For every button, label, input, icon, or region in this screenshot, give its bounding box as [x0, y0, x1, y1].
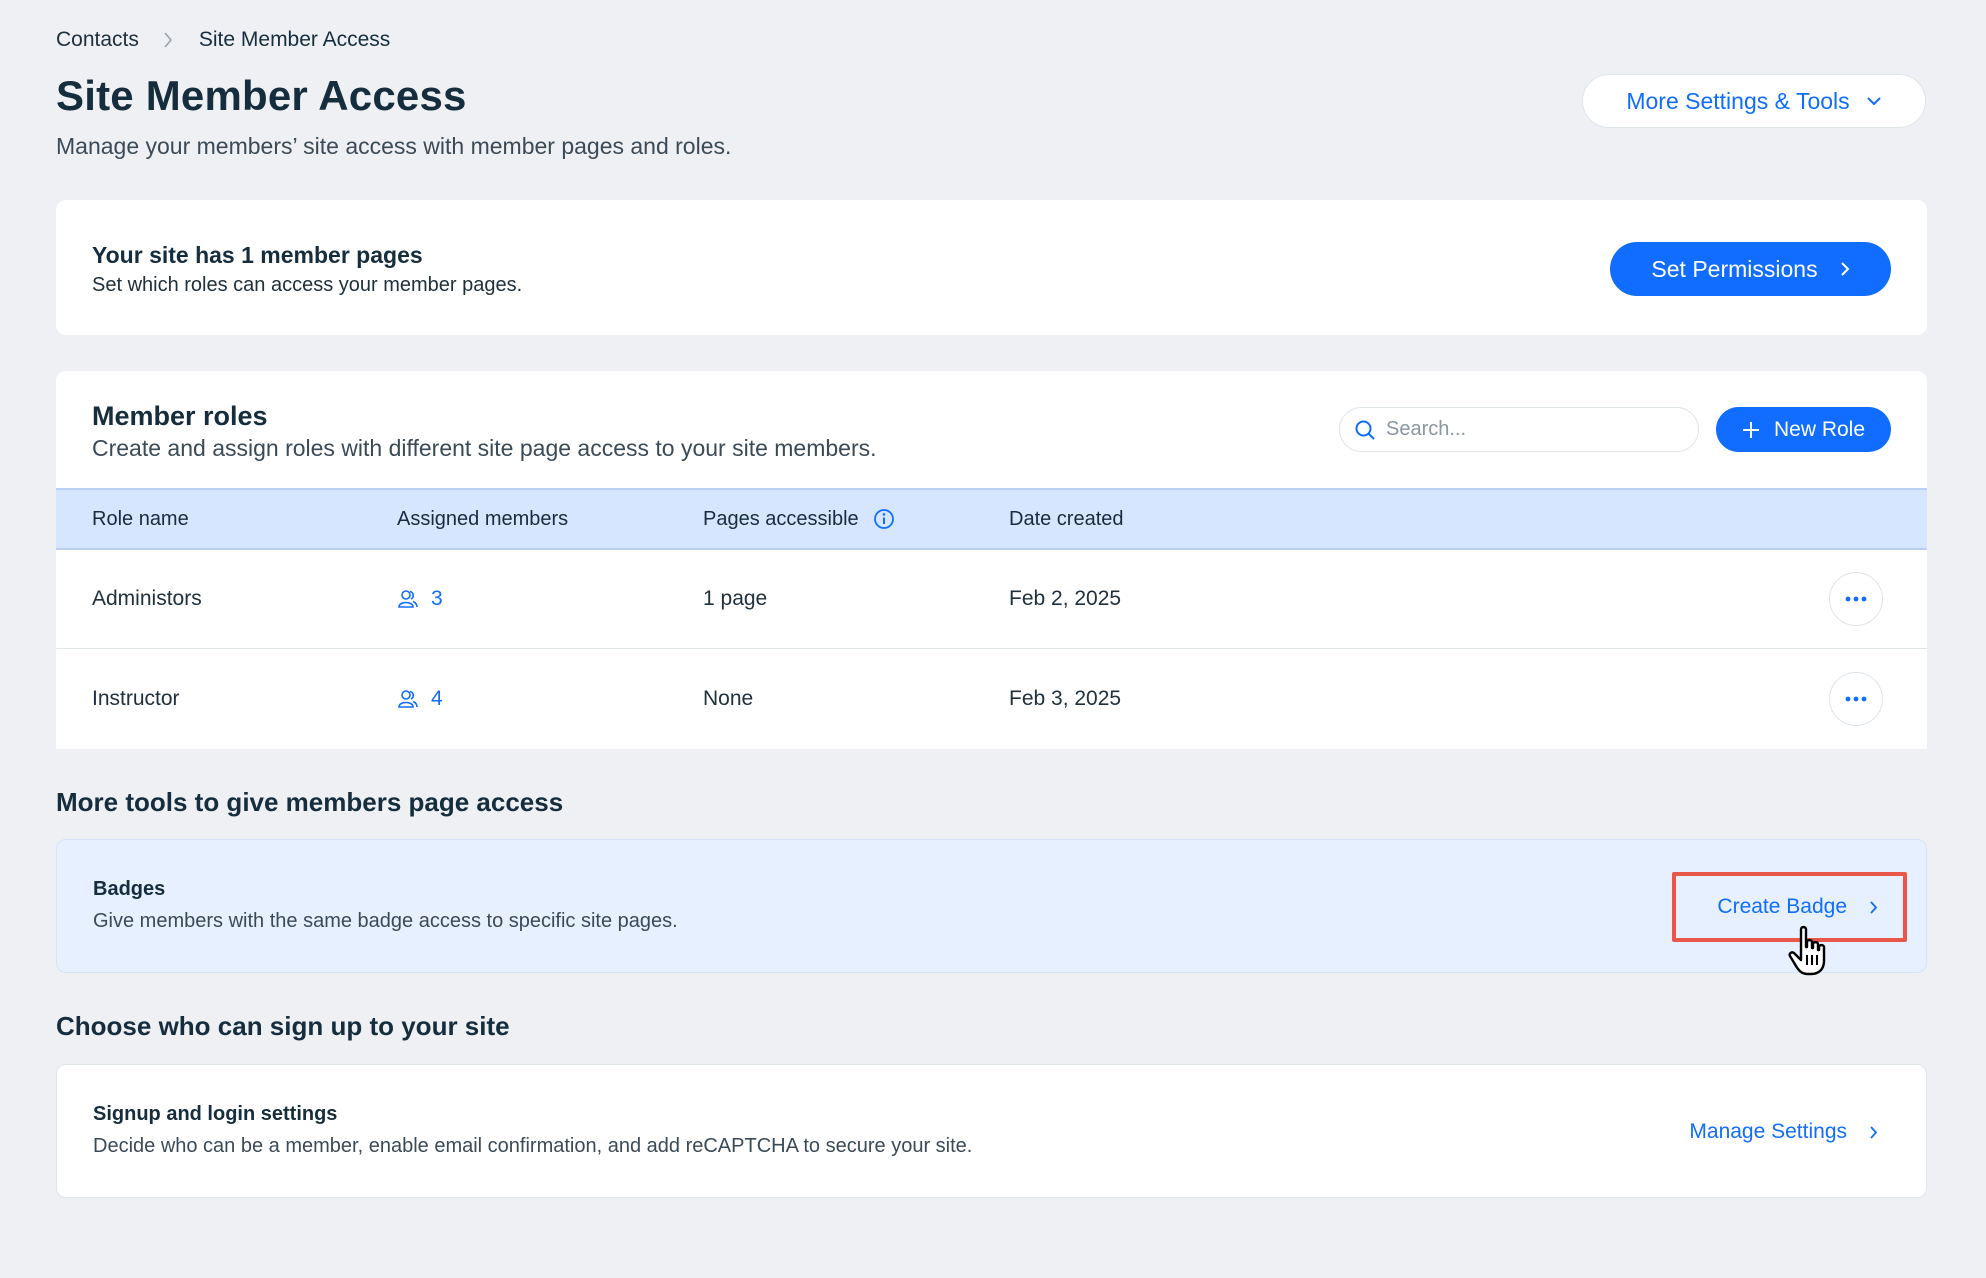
breadcrumb: Contacts Site Member Access — [56, 28, 390, 52]
more-settings-tools-label: More Settings & Tools — [1626, 87, 1850, 114]
row-more-actions-button[interactable] — [1829, 671, 1883, 726]
assigned-members-link[interactable]: 3 — [397, 587, 443, 611]
search-icon — [1355, 420, 1375, 440]
signup-settings-title: Signup and login settings — [93, 1103, 338, 1125]
member-roles-title: Member roles — [92, 401, 268, 431]
set-permissions-label: Set Permissions — [1651, 255, 1818, 282]
column-header-date-created: Date created — [1009, 507, 1124, 530]
column-header-assigned-members: Assigned members — [397, 507, 569, 530]
column-header-pages-label: Pages accessible — [703, 507, 859, 530]
row-more-actions-button[interactable] — [1829, 572, 1883, 626]
roles-search-box[interactable] — [1339, 407, 1699, 452]
assigned-count: 3 — [431, 587, 443, 610]
member-pages-title: Your site has 1 member pages — [92, 242, 423, 268]
signup-settings-card: Signup and login settings Decide who can… — [56, 1064, 1927, 1198]
column-header-role-name: Role name — [92, 507, 189, 530]
manage-settings-label: Manage Settings — [1689, 1120, 1847, 1143]
more-horizontal-icon — [1845, 596, 1867, 602]
badges-description: Give members with the same badge access … — [93, 910, 678, 932]
member-roles-description: Create and assign roles with different s… — [92, 435, 877, 461]
page-title: Site Member Access — [56, 72, 467, 119]
page-subtitle: Manage your members’ site access with me… — [56, 133, 732, 159]
manage-settings-link[interactable]: Manage Settings — [1689, 1120, 1878, 1144]
breadcrumb-contacts-link[interactable]: Contacts — [56, 28, 139, 52]
search-input[interactable] — [1386, 418, 1676, 441]
plus-icon — [1742, 421, 1759, 438]
members-icon — [398, 689, 418, 708]
breadcrumb-current: Site Member Access — [198, 28, 391, 51]
member-roles-card: Member roles Create and assign roles wit… — [56, 371, 1927, 749]
column-header-pages-accessible: Pages accessible — [703, 508, 895, 531]
badges-card: Badges Give members with the same badge … — [56, 839, 1927, 973]
chevron-right-icon — [1870, 900, 1878, 914]
chevron-right-icon — [1840, 262, 1849, 276]
member-pages-description: Set which roles can access your member p… — [92, 274, 523, 296]
new-role-button[interactable]: New Role — [1716, 407, 1891, 452]
create-badge-link[interactable]: Create Badge — [1717, 895, 1878, 919]
new-role-label: New Role — [1773, 417, 1866, 441]
table-header: Role name Assigned members Pages accessi… — [56, 488, 1927, 550]
table-row[interactable]: Instructor 4 None Feb 3, 2025 — [56, 649, 1927, 748]
more-settings-tools-button[interactable]: More Settings & Tools — [1582, 74, 1926, 128]
more-tools-section-title: More tools to give members page access — [56, 787, 564, 817]
chevron-down-icon — [1866, 97, 1881, 106]
signup-section-title: Choose who can sign up to your site — [56, 1011, 510, 1041]
more-horizontal-icon — [1845, 696, 1867, 701]
signup-settings-description: Decide who can be a member, enable email… — [93, 1135, 973, 1157]
set-permissions-button[interactable]: Set Permissions — [1610, 242, 1891, 296]
info-icon[interactable] — [873, 508, 895, 530]
table-row[interactable]: Administors 3 1 page Feb 2, 2025 — [56, 550, 1927, 649]
pages-accessible-cell: 1 page — [703, 587, 768, 610]
chevron-right-icon — [163, 31, 173, 49]
pages-accessible-cell: None — [703, 686, 754, 710]
member-pages-card: Your site has 1 member pages Set which r… — [56, 200, 1927, 335]
create-badge-label: Create Badge — [1717, 895, 1847, 918]
members-icon — [398, 590, 418, 608]
page: Contacts Site Member Access Site Member … — [0, 0, 1986, 1278]
assigned-members-link[interactable]: 4 — [397, 687, 443, 711]
role-name-cell: Administors — [92, 587, 202, 610]
date-created-cell: Feb 3, 2025 — [1009, 686, 1122, 710]
chevron-right-icon — [1870, 1125, 1878, 1139]
badges-title: Badges — [93, 878, 166, 900]
assigned-count: 4 — [431, 686, 443, 710]
date-created-cell: Feb 2, 2025 — [1009, 587, 1122, 610]
role-name-cell: Instructor — [92, 686, 180, 710]
